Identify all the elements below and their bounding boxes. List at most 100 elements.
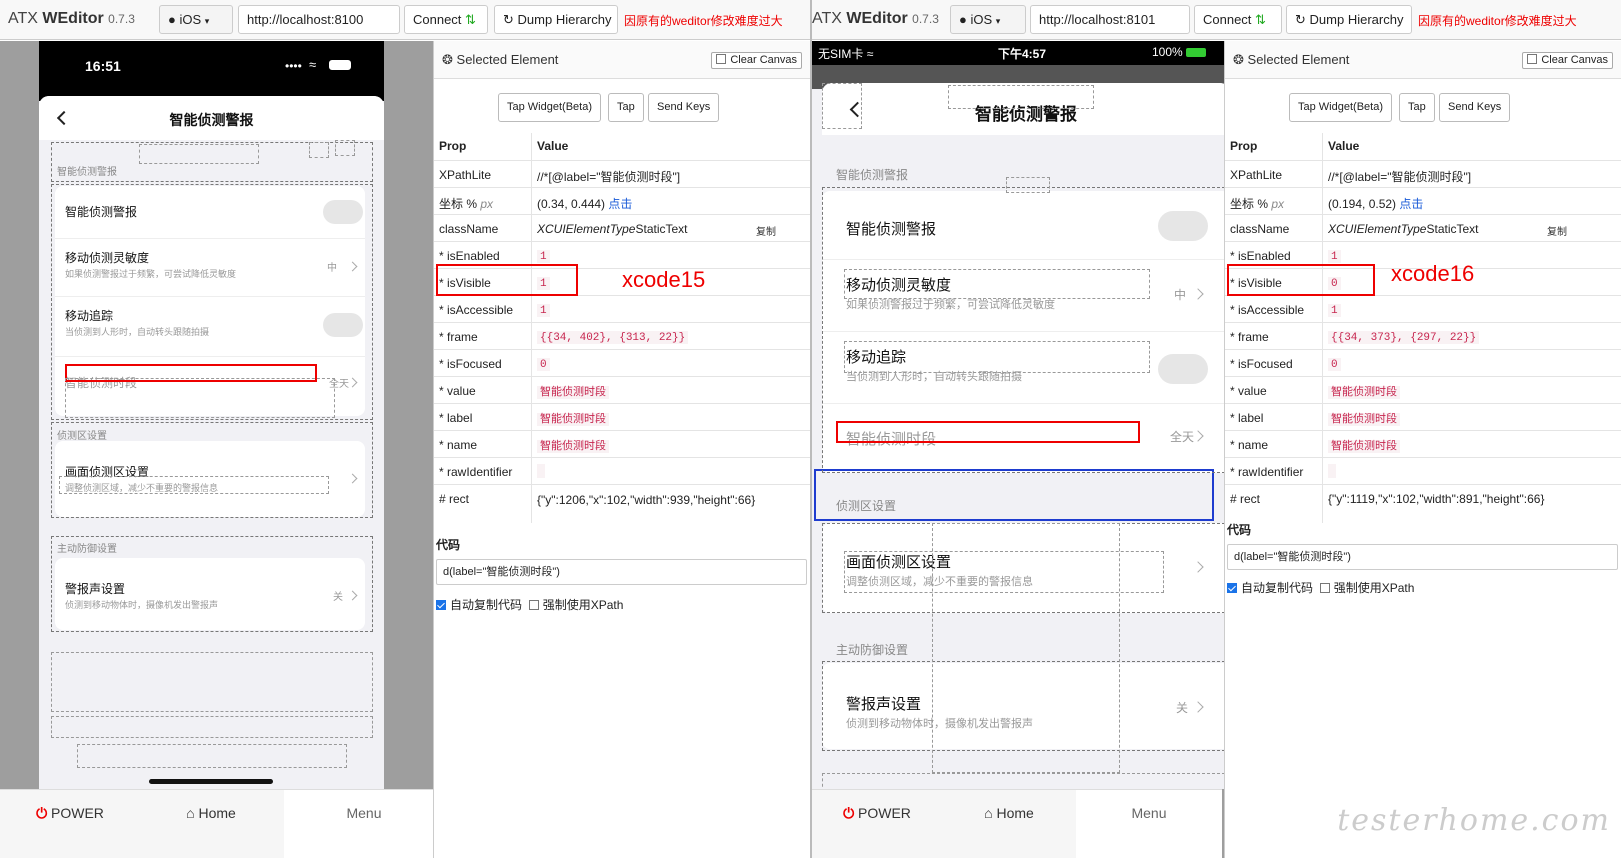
- row-motion-sensitivity[interactable]: 移动侦测灵敏度 如果侦测警报过于频繁，可尝试降低灵敏度 中: [822, 259, 1230, 331]
- table-row: 坐标 % px (0.194, 0.52) 点击: [1225, 187, 1621, 214]
- tap-coordinate-link[interactable]: 点击: [1399, 197, 1423, 211]
- apple-icon: ●: [959, 12, 967, 27]
- table-row: * frame {{34, 402}, {313, 22}}: [434, 322, 810, 349]
- power-button[interactable]: ⏻ POWER: [812, 790, 942, 858]
- prop-key: * isAccessible: [1230, 303, 1305, 317]
- dump-hierarchy-button[interactable]: ↻ Dump Hierarchy: [494, 5, 618, 34]
- row-subtitle: 如果侦测警报过于频繁，可尝试降低灵敏度: [846, 299, 1055, 311]
- row-subtitle: 如果侦测警报过于频繁，可尝试降低灵敏度: [65, 269, 237, 279]
- code-input[interactable]: d(label="智能侦测时段"): [436, 559, 807, 585]
- power-button[interactable]: ⏻ POWER: [0, 790, 140, 858]
- row-value: 关: [333, 592, 343, 603]
- prop-value: 智能侦测时段: [537, 410, 609, 426]
- home-button[interactable]: ⌂ Home: [140, 790, 282, 858]
- smart-alert-toggle[interactable]: [1158, 211, 1208, 241]
- table-row: * isAccessible 1: [434, 295, 810, 322]
- chevron-right-icon: [347, 261, 358, 272]
- prop-value-code: 智能侦测时段: [537, 440, 609, 453]
- connect-icon: ⇅: [1255, 12, 1266, 27]
- table-row: className XCUIElementTypeStaticText 复制: [434, 214, 810, 241]
- row-title: 移动侦测灵敏度: [846, 277, 952, 294]
- device-controls: ⏻ POWER ⌂ Home Menu: [0, 789, 444, 858]
- tap-widget-button[interactable]: Tap Widget(Beta): [498, 93, 601, 122]
- clear-canvas-checkbox[interactable]: Clear Canvas: [711, 52, 802, 69]
- tap-button[interactable]: Tap: [608, 93, 644, 122]
- row-motion-tracking[interactable]: 移动追踪 当侦测到人形时，自动转头跟随拍摄: [822, 331, 1230, 403]
- row-title: 移动侦测灵敏度: [65, 251, 150, 265]
- power-icon: ⏻: [843, 805, 855, 821]
- menu-button[interactable]: Menu: [284, 790, 444, 858]
- table-row: * isFocused 0: [434, 349, 810, 376]
- chevron-right-icon: [1192, 561, 1204, 573]
- row-motion-sensitivity[interactable]: 移动侦测灵敏度 如果侦测警报过于频繁，可尝试降低灵敏度 中: [55, 238, 365, 296]
- row-smart-alert[interactable]: 智能侦测警报: [55, 186, 365, 238]
- platform-select[interactable]: ● iOS ▾: [159, 5, 233, 34]
- smart-alert-toggle[interactable]: [323, 200, 363, 224]
- motion-tracking-toggle[interactable]: [1158, 354, 1208, 384]
- inspector-header: ❂ Selected Element Clear Canvas: [434, 41, 810, 79]
- annotation-box: [436, 264, 578, 296]
- table-row: * name 智能侦测时段: [434, 430, 810, 457]
- hierarchy-box: [335, 140, 355, 156]
- row-value: 关: [1176, 701, 1189, 715]
- device-url-input[interactable]: http://localhost:8101: [1030, 5, 1190, 34]
- prop-value-code: 1: [1328, 304, 1341, 317]
- hierarchy-box: [309, 142, 329, 158]
- right-weditor-pane: ATX WEditor 0.7.3 ● iOS ▾ http://localho…: [812, 0, 1621, 858]
- dump-hierarchy-button[interactable]: ↻ Dump Hierarchy: [1286, 5, 1412, 34]
- device-url-input[interactable]: http://localhost:8100: [238, 5, 400, 34]
- force-xpath-checkbox[interactable]: 强制使用XPath: [528, 598, 623, 612]
- refresh-icon: ↻: [1295, 12, 1306, 27]
- copy-button[interactable]: 复制: [756, 223, 776, 238]
- row-detection-area[interactable]: 画面侦测区设置 调整侦测区域，减少不重要的警报信息: [822, 523, 1230, 613]
- device-screen[interactable]: 16:51 •••• ≈ 智能侦测警报 智能侦测警报 智能侦测警报 移动侦测灵敏…: [39, 41, 384, 789]
- send-keys-button[interactable]: Send Keys: [1439, 93, 1511, 122]
- row-smart-alert[interactable]: 智能侦测警报: [822, 191, 1230, 259]
- home-button[interactable]: ⌂ Home: [942, 790, 1076, 858]
- warning-text: 因原有的weditor修改难度过大: [1418, 14, 1577, 28]
- prop-key: XPathLite: [1230, 168, 1283, 182]
- left-weditor-pane: ATX WEditor 0.7.3 ● iOS ▾ http://localho…: [0, 0, 810, 858]
- detection-area-card: 画面侦测区设置 调整侦测区域，减少不重要的警报信息: [822, 523, 1230, 613]
- column-header-prop: Prop: [439, 139, 467, 153]
- hierarchy-box: [139, 144, 259, 164]
- chevron-down-icon: ▾: [995, 16, 1001, 26]
- prop-value-code: 智能侦测时段: [1328, 440, 1400, 453]
- auto-copy-checkbox[interactable]: 自动复制代码: [1227, 581, 1313, 595]
- menu-button[interactable]: Menu: [1076, 790, 1222, 858]
- code-input[interactable]: d(label="智能侦测时段"): [1227, 544, 1618, 570]
- battery-icon: [329, 60, 351, 70]
- platform-select[interactable]: ● iOS ▾: [950, 5, 1026, 34]
- prop-value: 1: [1328, 248, 1341, 263]
- table-row: * isFocused 0: [1225, 349, 1621, 376]
- prop-value-code: 智能侦测时段: [1328, 413, 1400, 426]
- auto-copy-checkbox[interactable]: 自动复制代码: [436, 598, 522, 612]
- send-keys-button[interactable]: Send Keys: [648, 93, 720, 122]
- row-motion-tracking[interactable]: 移动追踪 当侦测到人形时，自动转头跟随拍摄: [55, 296, 365, 356]
- prop-key: XPathLite: [439, 168, 492, 182]
- row-alarm-sound[interactable]: 警报声设置 侦测到移动物体时，摄像机发出警报声 关: [822, 663, 1230, 749]
- prop-key: * frame: [439, 330, 478, 344]
- table-row: * isAccessible 1: [1225, 295, 1621, 322]
- prop-value-code: [537, 464, 545, 478]
- prop-value-code: 1: [1328, 250, 1341, 263]
- tap-button[interactable]: Tap: [1399, 93, 1435, 122]
- prop-key: * name: [1230, 438, 1269, 452]
- prop-key: * rawIdentifier: [439, 465, 513, 479]
- force-xpath-checkbox[interactable]: 强制使用XPath: [1319, 581, 1414, 595]
- connect-button[interactable]: Connect ⇅: [404, 5, 488, 34]
- annotation-box: [1227, 264, 1375, 296]
- device-screen[interactable]: 无SIM卡 ≈ 下午4:57 100% 智能侦测警报 智能侦测警报 智能侦测警报: [812, 41, 1252, 789]
- copy-button[interactable]: 复制: [1547, 223, 1567, 238]
- home-icon: ⌂: [984, 805, 993, 821]
- connect-button[interactable]: Connect ⇅: [1194, 5, 1282, 34]
- row-detection-area[interactable]: 画面侦测区设置 调整侦测区域，减少不重要的警报信息: [55, 441, 365, 517]
- code-label: 代码: [1227, 523, 1252, 537]
- clear-canvas-checkbox[interactable]: Clear Canvas: [1522, 52, 1613, 69]
- tap-widget-button[interactable]: Tap Widget(Beta): [1289, 93, 1392, 122]
- row-alarm-sound[interactable]: 警报声设置 侦测到移动物体时，摄像机发出警报声 关: [55, 558, 365, 630]
- prop-value: {{34, 373}, {297, 22}}: [1328, 329, 1480, 344]
- tap-coordinate-link[interactable]: 点击: [608, 197, 632, 211]
- motion-tracking-toggle[interactable]: [323, 313, 363, 337]
- table-row: * rawIdentifier: [434, 457, 810, 484]
